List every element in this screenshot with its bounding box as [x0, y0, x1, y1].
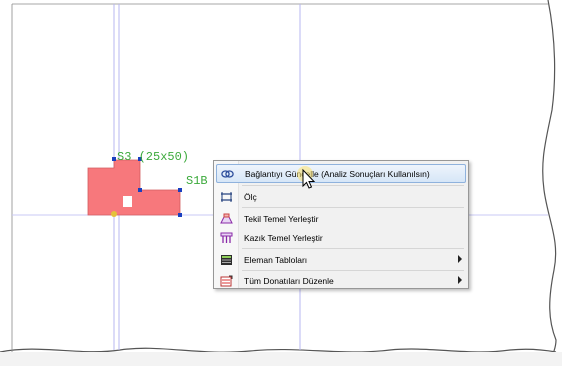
grip-handle[interactable] [138, 188, 142, 192]
context-menu: Bağlantıyı Güncelle (Analiz Sonuçları Ku… [213, 160, 469, 289]
link-update-icon [217, 164, 237, 183]
element-tables-icon [216, 250, 236, 269]
menu-separator [242, 207, 464, 208]
grip-handle[interactable] [178, 213, 182, 217]
grip-handle[interactable] [178, 188, 182, 192]
edit-rebar-icon [216, 271, 236, 290]
menu-item-label: Tüm Donatıları Düzenle [244, 275, 334, 286]
menu-item-single-foundation[interactable]: Tekil Temel Yerleştir [216, 209, 466, 228]
single-foundation-icon [216, 209, 236, 228]
menu-separator [242, 248, 464, 249]
measure-icon [216, 187, 236, 206]
menu-item-label: Ölç [244, 191, 257, 202]
submenu-arrow-icon [458, 255, 462, 263]
snap-point[interactable] [111, 211, 117, 217]
column-hole [123, 196, 132, 207]
column-label: S3 (25x50) [117, 150, 189, 164]
beam-label: S1B [186, 174, 208, 188]
menu-item-edit-all-rebar[interactable]: Tüm Donatıları Düzenle [216, 271, 466, 290]
grip-handle[interactable] [112, 157, 116, 161]
menu-item-update-connection[interactable]: Bağlantıyı Güncelle (Analiz Sonuçları Ku… [216, 164, 466, 183]
menu-item-element-tables[interactable]: Eleman Tabloları [216, 250, 466, 269]
pile-foundation-icon [216, 228, 236, 247]
paper-shadow [0, 352, 562, 366]
menu-item-label: Kazık Temel Yerleştir [244, 232, 323, 243]
menu-item-label: Bağlantıyı Güncelle (Analiz Sonuçları Ku… [245, 168, 430, 179]
submenu-arrow-icon [458, 276, 462, 284]
menu-item-label: Tekil Temel Yerleştir [244, 213, 319, 224]
menu-separator [242, 185, 464, 186]
menu-item-pile-foundation[interactable]: Kazık Temel Yerleştir [216, 228, 466, 247]
menu-item-label: Eleman Tabloları [244, 254, 308, 265]
menu-item-measure[interactable]: Ölç [216, 187, 466, 206]
mouse-pointer-icon [297, 166, 316, 189]
